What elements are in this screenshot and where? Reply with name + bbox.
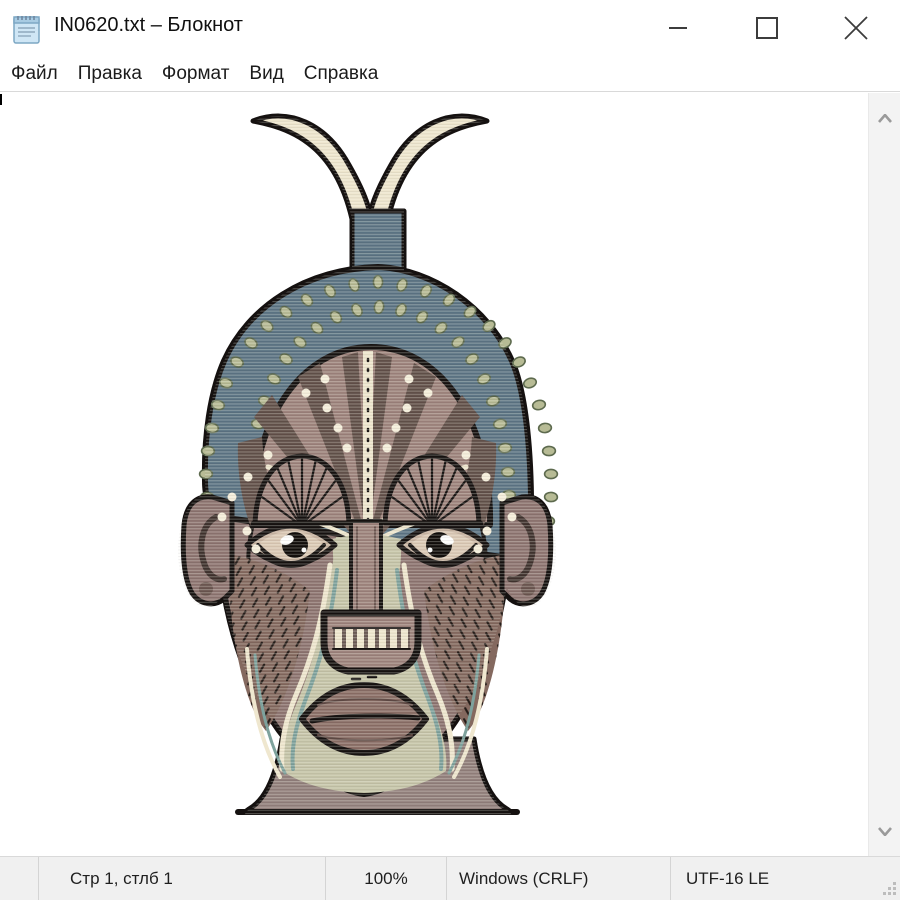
- close-button[interactable]: [828, 8, 884, 48]
- resize-grip[interactable]: [880, 879, 896, 895]
- status-spacer: [0, 857, 38, 900]
- chevron-down-icon: [878, 827, 892, 836]
- menu-file[interactable]: Файл: [2, 63, 67, 85]
- status-cursor-position: Стр 1, стлб 1: [38, 857, 325, 900]
- close-icon: [843, 15, 869, 41]
- chevron-up-icon: [878, 114, 892, 123]
- vertical-scrollbar[interactable]: [868, 93, 900, 856]
- status-line-ending: Windows (CRLF): [446, 857, 670, 900]
- menu-view[interactable]: Вид: [240, 63, 292, 85]
- titlebar: IN0620.txt – Блокнот: [0, 0, 900, 56]
- notepad-icon: [9, 10, 45, 46]
- notepad-window: IN0620.txt – Блокнот Файл Правка Формат …: [0, 0, 900, 900]
- maximize-icon: [755, 16, 779, 40]
- window-title: IN0620.txt – Блокнот: [54, 14, 243, 37]
- status-encoding: UTF-16 LE: [670, 857, 900, 900]
- mask-figure: [170, 107, 570, 819]
- scroll-up-button[interactable]: [869, 103, 900, 133]
- text-editor-area[interactable]: [0, 93, 868, 856]
- minimize-icon: [667, 17, 689, 39]
- menu-help[interactable]: Справка: [295, 63, 388, 85]
- statusbar: Стр 1, стлб 1 100% Windows (CRLF) UTF-16…: [0, 856, 900, 900]
- maximize-button[interactable]: [739, 8, 795, 48]
- status-zoom-level: 100%: [325, 857, 446, 900]
- minimize-button[interactable]: [650, 8, 706, 48]
- menu-format[interactable]: Формат: [153, 63, 239, 85]
- menu-edit[interactable]: Правка: [69, 63, 151, 85]
- menubar: Файл Правка Формат Вид Справка: [0, 56, 900, 92]
- mask-artwork: [0, 93, 868, 856]
- scroll-down-button[interactable]: [869, 816, 900, 846]
